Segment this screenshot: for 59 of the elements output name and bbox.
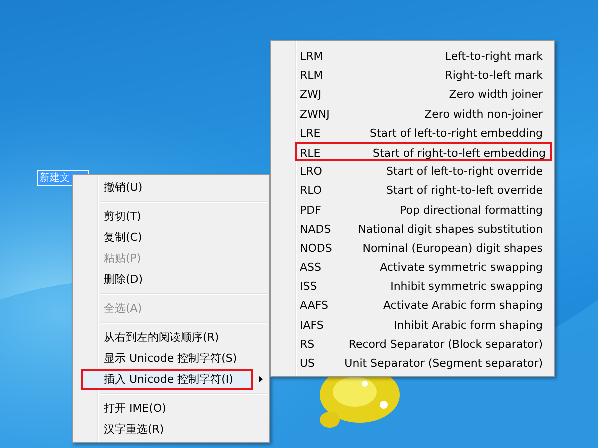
menu-item[interactable]: IAFS Inhibit Arabic form shaping bbox=[273, 314, 552, 334]
menu-item[interactable]: 复制(C) bbox=[75, 227, 267, 248]
control-code: RLO bbox=[300, 183, 322, 198]
menu-item[interactable]: 从右到左的阅读顺序(R) bbox=[75, 327, 267, 348]
control-description: Zero width non-joiner bbox=[424, 106, 543, 122]
control-code: NODS bbox=[300, 240, 332, 256]
control-code: RLE bbox=[300, 146, 321, 160]
control-description: Left-to-right mark bbox=[445, 49, 543, 64]
control-description: Record Separator (Block separator) bbox=[348, 336, 543, 352]
menu-item[interactable]: PDF Pop directional formatting bbox=[273, 200, 552, 219]
control-description: Zero width joiner bbox=[449, 87, 543, 103]
control-code: LRO bbox=[300, 164, 322, 180]
menu-item[interactable]: ASS Activate symmetric swapping bbox=[273, 257, 552, 276]
menu-item[interactable]: NODS Nominal (European) digit shapes bbox=[273, 238, 552, 258]
menu-item[interactable]: LRE Start of left-to-right embedding bbox=[273, 122, 552, 142]
menu-item[interactable]: LRO Start of left-to-right override bbox=[273, 161, 552, 180]
control-description: Right-to-left mark bbox=[445, 68, 543, 84]
menu-item[interactable]: RLO Start of right-to-left override bbox=[273, 180, 552, 200]
menu-item[interactable]: RLM Right-to-left mark bbox=[273, 65, 552, 84]
control-code: US bbox=[300, 356, 316, 372]
menu-item[interactable]: 汉字重选(R) bbox=[75, 419, 267, 440]
menu-item[interactable]: LRM Left-to-right mark bbox=[273, 46, 552, 66]
control-description: Activate symmetric swapping bbox=[380, 260, 543, 276]
menu-item[interactable]: 剪切(T) bbox=[75, 206, 267, 227]
submenu-arrow-icon bbox=[259, 376, 263, 383]
control-description: Inhibit symmetric swapping bbox=[390, 279, 543, 294]
menu-item[interactable]: RLE Start of right-to-left embedding bbox=[295, 142, 552, 162]
control-code: NADS bbox=[300, 222, 332, 237]
menu-item[interactable]: AAFS Activate Arabic form shaping bbox=[273, 295, 552, 315]
control-code: AAFS bbox=[300, 298, 328, 314]
control-description: Inhibit Arabic form shaping bbox=[394, 318, 543, 333]
control-code: ZWNJ bbox=[300, 106, 330, 122]
control-code: ASS bbox=[300, 260, 322, 276]
control-description: Start of left-to-right embedding bbox=[370, 126, 543, 141]
menu-item[interactable]: ZWNJ Zero width non-joiner bbox=[273, 104, 552, 123]
control-code: IAFS bbox=[300, 318, 324, 333]
control-description: Pop directional formatting bbox=[400, 202, 543, 218]
control-code: LRM bbox=[300, 49, 324, 64]
control-code: LRE bbox=[300, 126, 321, 141]
control-description: Unit Separator (Segment separator) bbox=[344, 356, 543, 372]
control-description: Start of right-to-left override bbox=[386, 183, 543, 198]
menu-item[interactable]: ISS Inhibit symmetric swapping bbox=[273, 276, 552, 296]
control-code: RS bbox=[300, 336, 315, 352]
control-code: ISS bbox=[300, 279, 318, 294]
control-code: ZWJ bbox=[300, 87, 322, 103]
menu-item[interactable]: 打开 IME(O) bbox=[75, 398, 267, 419]
menu-item[interactable]: NADS National digit shapes substitution bbox=[273, 218, 552, 238]
control-description: Activate Arabic form shaping bbox=[383, 298, 543, 314]
control-description: Nominal (European) digit shapes bbox=[362, 240, 543, 256]
control-code: PDF bbox=[300, 202, 322, 218]
menu-item[interactable]: 删除(D) bbox=[75, 269, 267, 290]
menu-item[interactable]: US Unit Separator (Segment separator) bbox=[273, 353, 552, 372]
control-description: Start of right-to-left embedding bbox=[372, 146, 546, 160]
control-description: National digit shapes substitution bbox=[358, 222, 543, 237]
control-code: RLM bbox=[300, 68, 324, 84]
menu-item[interactable]: ZWJ Zero width joiner bbox=[273, 84, 552, 104]
control-description: Start of left-to-right override bbox=[386, 164, 543, 180]
menu-item[interactable]: 显示 Unicode 控制字符(S) bbox=[75, 348, 267, 369]
menu-item[interactable]: RS Record Separator (Block separator) bbox=[273, 334, 552, 353]
